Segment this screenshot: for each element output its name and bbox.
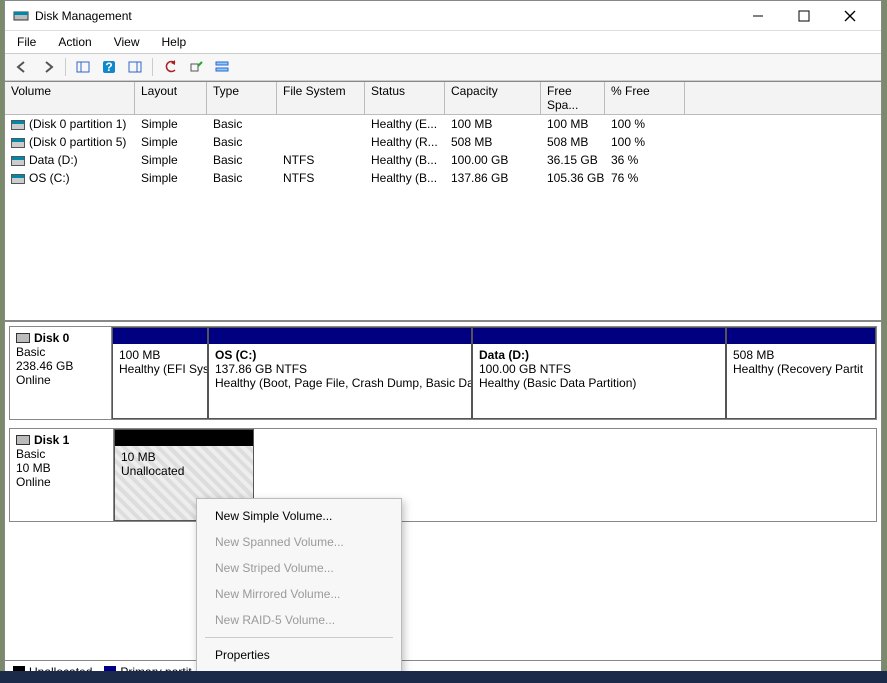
context-menu-item: New Mirrored Volume...: [197, 581, 401, 607]
volume-list[interactable]: Volume Layout Type File System Status Ca…: [5, 82, 881, 322]
menu-action[interactable]: Action: [54, 33, 95, 51]
partition-bar: [727, 328, 875, 344]
show-hide-console-tree-button[interactable]: [72, 56, 94, 78]
volume-row[interactable]: OS (C:)SimpleBasicNTFSHealthy (B...137.8…: [5, 169, 881, 187]
column-layout[interactable]: Layout: [135, 82, 207, 114]
column-type[interactable]: Type: [207, 82, 277, 114]
disk-graphical-view: Disk 0Basic238.46 GBOnline100 MBHealthy …: [5, 322, 881, 660]
minimize-button[interactable]: [735, 1, 781, 31]
volume-icon: [11, 174, 25, 184]
column-free-space[interactable]: Free Spa...: [541, 82, 605, 114]
disk-icon: [16, 333, 30, 343]
menu-bar: File Action View Help: [5, 31, 881, 53]
back-button[interactable]: [11, 56, 33, 78]
partition-bar: [115, 430, 253, 446]
column-pct-free[interactable]: % Free: [605, 82, 685, 114]
title-bar: Disk Management: [5, 1, 881, 31]
app-icon: [13, 8, 29, 24]
context-menu: New Simple Volume...New Spanned Volume..…: [196, 498, 402, 683]
partition-bar: [113, 328, 207, 344]
volume-icon: [11, 120, 25, 130]
toolbar-separator: [152, 58, 153, 76]
context-menu-item[interactable]: Properties: [197, 642, 401, 668]
window-title: Disk Management: [35, 9, 735, 23]
partition[interactable]: 508 MBHealthy (Recovery Partit: [726, 327, 876, 419]
partition[interactable]: OS (C:)137.86 GB NTFSHealthy (Boot, Page…: [208, 327, 472, 419]
toolbar: ?: [5, 53, 881, 81]
menu-file[interactable]: File: [13, 33, 40, 51]
column-volume[interactable]: Volume: [5, 82, 135, 114]
partition[interactable]: Data (D:)100.00 GB NTFSHealthy (Basic Da…: [472, 327, 726, 419]
column-capacity[interactable]: Capacity: [445, 82, 541, 114]
column-status[interactable]: Status: [365, 82, 445, 114]
forward-button[interactable]: [37, 56, 59, 78]
volume-icon: [11, 138, 25, 148]
partition-bar: [473, 328, 725, 344]
refresh-button[interactable]: [159, 56, 181, 78]
column-filesystem[interactable]: File System: [277, 82, 365, 114]
toolbar-separator: [65, 58, 66, 76]
close-button[interactable]: [827, 1, 873, 31]
help-button[interactable]: ?: [98, 56, 120, 78]
show-hide-action-pane-button[interactable]: [124, 56, 146, 78]
disk-row: Disk 0Basic238.46 GBOnline100 MBHealthy …: [9, 326, 877, 420]
context-menu-item: New Striped Volume...: [197, 555, 401, 581]
partition-bar: [209, 328, 471, 344]
context-menu-item: New Spanned Volume...: [197, 529, 401, 555]
menu-view[interactable]: View: [110, 33, 144, 51]
volume-row[interactable]: (Disk 0 partition 1)SimpleBasicHealthy (…: [5, 115, 881, 133]
settings-button[interactable]: [185, 56, 207, 78]
volume-row[interactable]: Data (D:)SimpleBasicNTFSHealthy (B...100…: [5, 151, 881, 169]
disk-management-window: Disk Management File Action View Help ? …: [4, 0, 882, 683]
disk-icon: [16, 435, 30, 445]
list-view-button[interactable]: [211, 56, 233, 78]
context-menu-item: New RAID-5 Volume...: [197, 607, 401, 633]
maximize-button[interactable]: [781, 1, 827, 31]
disk-row: Disk 1Basic10 MBOnline10 MBUnallocated: [9, 428, 877, 522]
disk-info[interactable]: Disk 0Basic238.46 GBOnline: [10, 327, 112, 419]
context-menu-item[interactable]: New Simple Volume...: [197, 503, 401, 529]
content-area: Volume Layout Type File System Status Ca…: [5, 81, 881, 682]
disk-info[interactable]: Disk 1Basic10 MBOnline: [10, 429, 114, 521]
partition[interactable]: 100 MBHealthy (EFI Syst: [112, 327, 208, 419]
volume-list-body: (Disk 0 partition 1)SimpleBasicHealthy (…: [5, 115, 881, 187]
window-buttons: [735, 1, 873, 31]
menu-help[interactable]: Help: [158, 33, 191, 51]
volume-icon: [11, 156, 25, 166]
svg-text:?: ?: [105, 60, 112, 74]
taskbar: [0, 671, 887, 683]
volume-list-header: Volume Layout Type File System Status Ca…: [5, 82, 881, 115]
volume-row[interactable]: (Disk 0 partition 5)SimpleBasicHealthy (…: [5, 133, 881, 151]
